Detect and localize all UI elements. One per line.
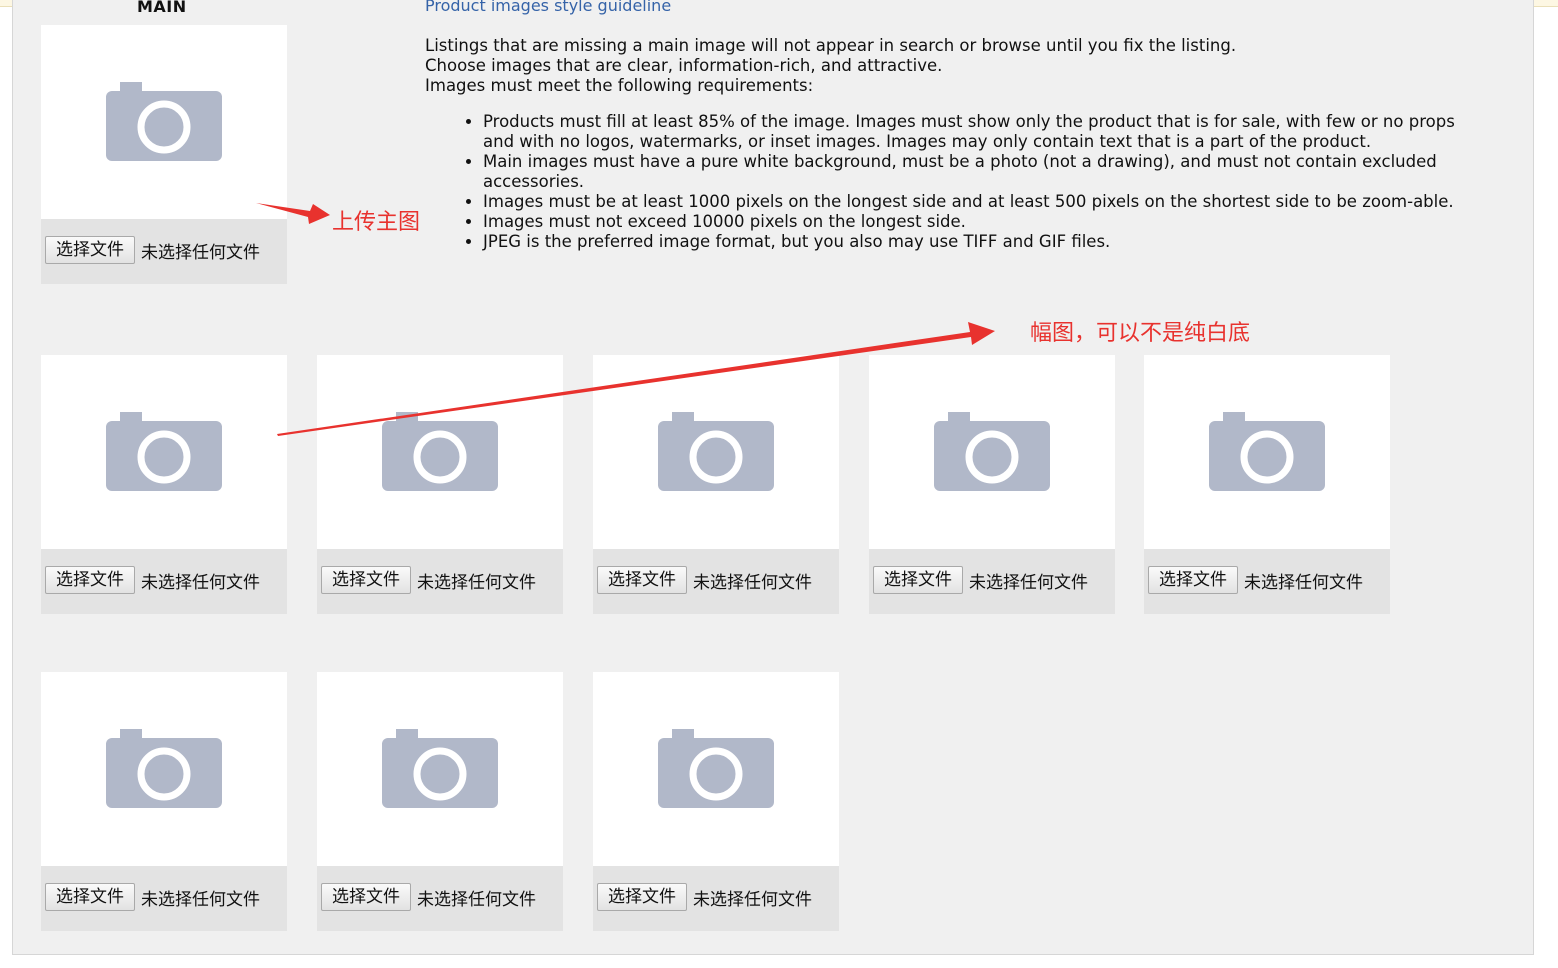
secondary-images-annotation: 幅图，可以不是纯白底 <box>1030 321 1251 346</box>
annotation-arrows <box>256 203 995 436</box>
arrow-to-main-image <box>256 203 330 224</box>
arrow-to-secondary-images <box>277 322 995 436</box>
main-image-annotation: 上传主图 <box>332 210 421 235</box>
